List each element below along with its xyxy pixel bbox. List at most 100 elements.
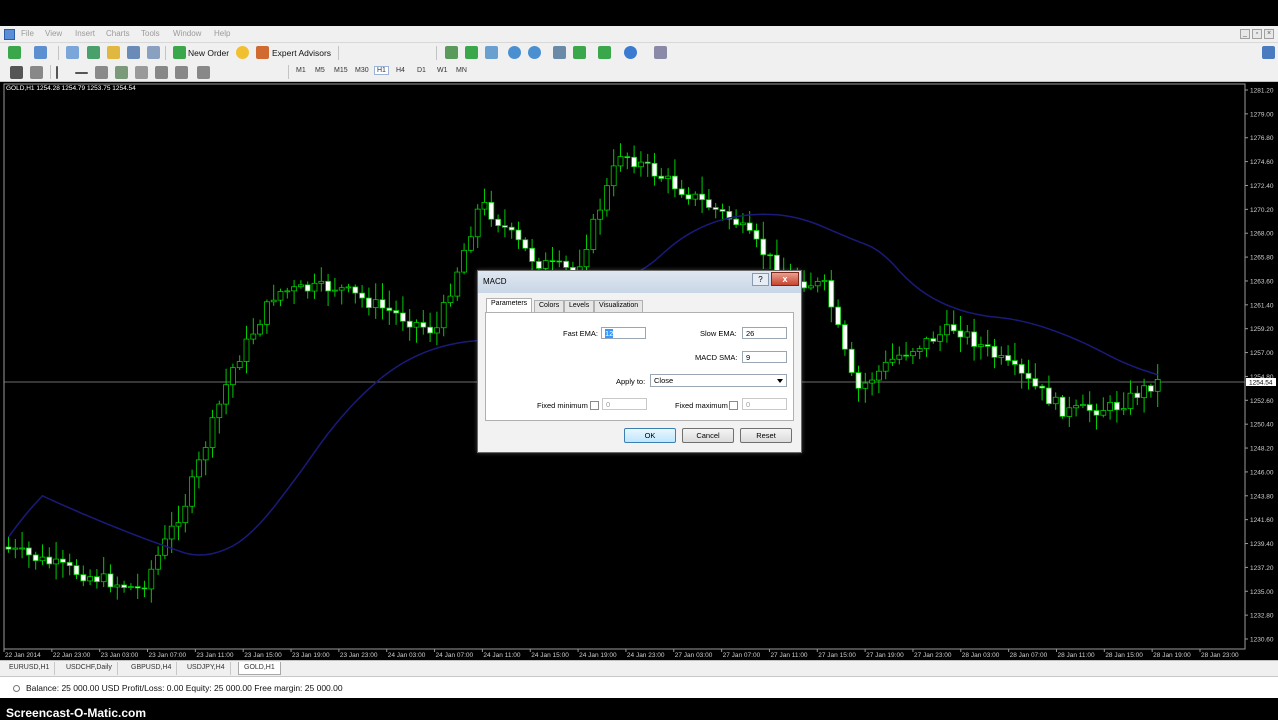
market-watch-icon[interactable] [66,46,79,59]
crosshair-icon[interactable] [30,66,43,79]
fixed-minimum-input[interactable]: 0 [602,398,647,410]
timeframe-d1[interactable]: D1 [417,67,426,74]
time-label: 27 Jan 11:00 [770,652,807,659]
timeframe-h1[interactable]: H1 [374,66,389,75]
menu-insert[interactable]: Insert [75,29,95,38]
templates-icon[interactable] [654,46,667,59]
tab-levels[interactable]: Levels [564,300,595,312]
candle-body [522,239,529,249]
expert-advisors-icon[interactable] [256,46,269,59]
data-window-icon[interactable] [87,46,100,59]
fixed-maximum-input[interactable]: 0 [742,398,787,410]
periods-icon[interactable] [624,46,637,59]
help-icon[interactable] [1262,46,1275,59]
tab-colors[interactable]: Colors [534,300,565,312]
candle-body [12,547,19,550]
close-icon[interactable]: × [1264,29,1274,39]
timeframe-h4[interactable]: H4 [396,67,405,74]
menu-window[interactable]: Window [173,29,201,38]
fast-ema-input[interactable]: 12 [601,327,646,339]
timeframe-m30[interactable]: M30 [355,67,369,74]
tile-windows-icon[interactable] [553,46,566,59]
tab-visualization[interactable]: Visualization [594,300,644,312]
candle-body [5,546,12,550]
candle-body [1093,410,1100,416]
apply-to-select[interactable]: Close [650,374,787,387]
slow-ema-input[interactable]: 26 [742,327,787,339]
candle-body [263,301,270,325]
app-icon [4,29,15,40]
candle-body [386,307,393,311]
horizontal-line-icon[interactable] [75,72,88,74]
dialog-close-button[interactable]: x [771,272,799,286]
strategy-tester-icon[interactable] [147,46,160,59]
candle-body [338,287,345,291]
arrows-tool-icon[interactable] [197,66,210,79]
candle-body [270,299,277,303]
slow-ema-label: Slow EMA: [700,329,737,338]
dialog-help-button[interactable]: ? [752,273,769,286]
fixed-minimum-checkbox[interactable] [590,401,599,410]
candle-body [488,202,495,220]
timeframe-m15[interactable]: M15 [334,67,348,74]
tab-gold-h1[interactable]: GOLD,H1 [238,662,281,675]
reset-button[interactable]: Reset [740,428,792,443]
zoom-out-icon[interactable] [528,46,541,59]
candle-body [216,403,223,419]
time-label: 27 Jan 23:00 [914,652,952,659]
candle-body [1148,385,1154,392]
tab-gbpusd-h4[interactable]: GBPUSD,H4 [126,662,178,675]
timeframe-mn[interactable]: MN [456,67,467,74]
zoom-in-icon[interactable] [508,46,521,59]
tab-usdchf-daily[interactable]: USDCHF,Daily [61,662,118,675]
text-tool-icon[interactable] [155,66,168,79]
menu-help[interactable]: Help [214,29,230,38]
candle-body [624,156,631,158]
candle-body [529,247,535,262]
price-label: 1270.20 [1250,207,1274,214]
terminal-icon[interactable] [127,46,140,59]
label-tool-icon[interactable] [175,66,188,79]
new-chart-icon[interactable] [8,46,21,59]
candle-body [590,218,597,250]
timeframe-m1[interactable]: M1 [296,67,306,74]
candle-body [1032,378,1039,387]
bar-chart-icon[interactable] [445,46,458,59]
menu-view[interactable]: View [45,29,62,38]
menu-charts[interactable]: Charts [106,29,130,38]
fixed-maximum-checkbox[interactable] [729,401,738,410]
minimize-icon[interactable]: _ [1240,29,1250,39]
candle-body [1107,401,1113,411]
profiles-icon[interactable] [34,46,47,59]
price-label: 1263.60 [1250,278,1274,285]
cancel-button[interactable]: Cancel [682,428,734,443]
restore-icon[interactable]: ▫ [1252,29,1262,39]
trendline-icon[interactable] [95,66,108,79]
navigator-icon[interactable] [107,46,120,59]
timeframe-w1[interactable]: W1 [437,67,448,74]
time-label: 28 Jan 07:00 [1010,652,1048,659]
auto-scroll-icon[interactable] [573,46,586,59]
tab-usdjpy-h4[interactable]: USDJPY,H4 [182,662,231,675]
cursor-tool-icon[interactable] [10,66,23,79]
time-label: 24 Jan 11:00 [483,652,520,659]
tab-eurusd-h1[interactable]: EURUSD,H1 [4,662,56,675]
new-order-icon[interactable] [173,46,186,59]
tab-parameters[interactable]: Parameters [486,298,533,312]
indicators-icon[interactable] [598,46,611,59]
fibonacci-icon[interactable] [135,66,148,79]
menu-file[interactable]: File [21,29,34,38]
ok-button[interactable]: OK [624,428,676,443]
menu-tools[interactable]: Tools [141,29,160,38]
metaeditor-icon[interactable] [236,46,249,59]
channel-icon[interactable] [115,66,128,79]
candlestick-icon[interactable] [465,46,478,59]
expert-advisors-button[interactable]: Expert Advisors [272,48,331,58]
candle-body [73,565,80,576]
macd-sma-input[interactable]: 9 [742,351,787,363]
new-order-button[interactable]: New Order [188,48,229,58]
line-chart-icon[interactable] [485,46,498,59]
vertical-line-icon[interactable] [56,66,58,79]
candle-body [433,327,440,334]
timeframe-m5[interactable]: M5 [315,67,325,74]
